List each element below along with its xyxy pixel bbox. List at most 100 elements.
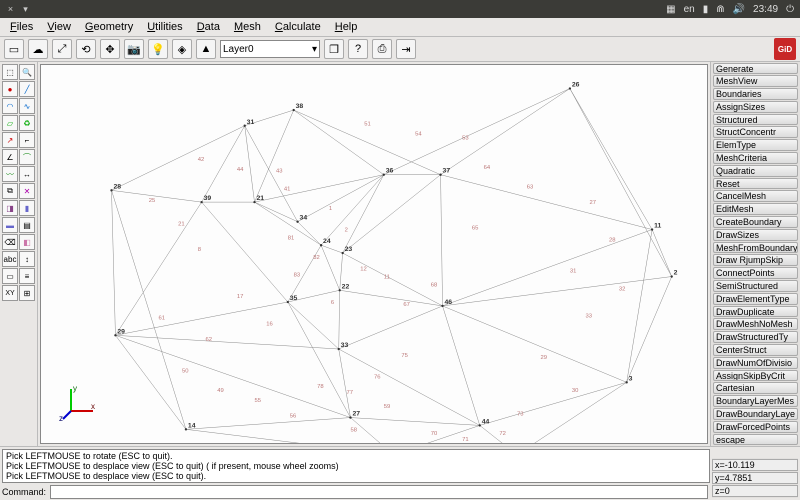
cmd-drawsizes[interactable]: DrawSizes	[713, 229, 798, 241]
tray-icon[interactable]: ▦	[666, 4, 675, 15]
cmd-reset[interactable]: Reset	[713, 178, 798, 190]
paint-icon[interactable]: ▲	[196, 39, 216, 59]
tool-select[interactable]: ⬚	[2, 64, 18, 80]
tool-dim[interactable]: ↕	[19, 251, 35, 267]
cmd-drawboundarylaye[interactable]: DrawBoundaryLaye	[713, 408, 798, 420]
cmd-createboundary[interactable]: CreateBoundary	[713, 216, 798, 228]
tool-polyline[interactable]: ⌐	[19, 132, 35, 148]
tool-list[interactable]: ≡	[19, 268, 35, 284]
tool-grid[interactable]: ⊞	[19, 285, 35, 301]
menu-calculate[interactable]: Calculate	[269, 20, 327, 34]
tool-intersect[interactable]: ✕	[19, 183, 35, 199]
erase-icon[interactable]: ◈	[172, 39, 192, 59]
switch-icon[interactable]: ⇥	[396, 39, 416, 59]
volume-icon[interactable]: 🔊	[733, 4, 745, 15]
cmd-meshcriteria[interactable]: MeshCriteria	[713, 152, 798, 164]
cmd-drawstructuredty[interactable]: DrawStructuredTy	[713, 331, 798, 343]
cmd-elemtype[interactable]: ElemType	[713, 139, 798, 151]
camera-icon[interactable]: 📷	[124, 39, 144, 59]
tool-xy[interactable]: XY	[2, 285, 18, 301]
rotate-icon[interactable]: ⟲	[76, 39, 96, 59]
print-icon[interactable]: ⎙	[372, 39, 392, 59]
network-icon[interactable]: ▮	[703, 4, 709, 15]
tool-line[interactable]: ╱	[19, 81, 35, 97]
zoom-icon[interactable]: ⤢	[52, 39, 72, 59]
tool-move[interactable]: ↔	[19, 166, 35, 182]
cmd-boundarylayermes[interactable]: BoundaryLayerMes	[713, 395, 798, 407]
tool-arrow[interactable]: ↗	[2, 132, 18, 148]
menu-files[interactable]: Files	[4, 20, 39, 34]
menu-help[interactable]: Help	[329, 20, 364, 34]
tool-3d[interactable]: ◨	[2, 200, 18, 216]
close-icon[interactable]: ×	[6, 5, 15, 14]
tool-measure[interactable]: ▭	[2, 268, 18, 284]
cmd-centerstruct[interactable]: CenterStruct	[713, 344, 798, 356]
cmd-assignsizes[interactable]: AssignSizes	[713, 101, 798, 113]
tool-extrude[interactable]: ▤	[19, 217, 35, 233]
lang-indicator[interactable]: en	[684, 4, 695, 15]
menu-data[interactable]: Data	[191, 20, 226, 34]
cmd-cancelmesh[interactable]: CancelMesh	[713, 190, 798, 202]
tool-spline[interactable]: 〰	[2, 166, 18, 182]
menu-view[interactable]: View	[41, 20, 77, 34]
svg-text:76: 76	[374, 374, 381, 380]
cmd-generate[interactable]: Generate	[713, 63, 798, 75]
cmd-drawmeshnomesh[interactable]: DrawMeshNoMesh	[713, 318, 798, 330]
light-icon[interactable]: 💡	[148, 39, 168, 59]
tool-surface[interactable]: ▱	[2, 115, 18, 131]
cmd-drawnumofdivisio[interactable]: DrawNumOfDivisio	[713, 357, 798, 369]
wifi-icon[interactable]: ⋒	[716, 4, 724, 15]
svg-text:32: 32	[619, 286, 626, 292]
tool-erase[interactable]: ◧	[19, 234, 35, 250]
layers-icon[interactable]: ❐	[324, 39, 344, 59]
svg-text:77: 77	[347, 390, 354, 396]
viewport-3d[interactable]: 5154536463654244434125218122728323133293…	[40, 64, 708, 444]
menu-geometry[interactable]: Geometry	[79, 20, 139, 34]
cmd-drawelementtype[interactable]: DrawElementType	[713, 293, 798, 305]
cmd-meshfromboundary[interactable]: MeshFromBoundary	[713, 242, 798, 254]
cloud-icon[interactable]: ☁	[28, 39, 48, 59]
cmd-draw-rjumpskip[interactable]: Draw RjumpSkip	[713, 254, 798, 266]
tool-delete[interactable]: ⌫	[2, 234, 18, 250]
tool-volume[interactable]: ▮	[19, 200, 35, 216]
menu-utilities[interactable]: Utilities	[141, 20, 188, 34]
tool-arc[interactable]: ◠	[2, 98, 18, 114]
pan-icon[interactable]: ✥	[100, 39, 120, 59]
svg-text:64: 64	[484, 165, 491, 171]
tool-angle[interactable]: ∠	[2, 149, 18, 165]
cmd-semistructured[interactable]: SemiStructured	[713, 280, 798, 292]
tool-zoomwin[interactable]: 🔍	[19, 64, 35, 80]
cmd-escape[interactable]: escape	[713, 434, 798, 446]
menu-mesh[interactable]: Mesh	[228, 20, 267, 34]
minimize-icon[interactable]: ▾	[21, 5, 30, 14]
layer-selector[interactable]: Layer0▾	[220, 40, 320, 58]
cmd-boundaries[interactable]: Boundaries	[713, 88, 798, 100]
power-icon[interactable]: ⏻	[786, 4, 794, 15]
cmd-assignskipbycrit[interactable]: AssignSkipByCrit	[713, 370, 798, 382]
tool-text[interactable]: abc	[2, 251, 18, 267]
tool-nurbs[interactable]: ∿	[19, 98, 35, 114]
tool-mirror[interactable]: ⧉	[2, 183, 18, 199]
cmd-quadratic[interactable]: Quadratic	[713, 165, 798, 177]
cmd-structconcentr[interactable]: StructConcentr	[713, 126, 798, 138]
tool-point[interactable]: ●	[2, 81, 18, 97]
menu-bar: FilesViewGeometryUtilitiesDataMeshCalcul…	[0, 18, 800, 36]
tool-solid[interactable]: ▬	[2, 217, 18, 233]
cmd-cartesian[interactable]: Cartesian	[713, 382, 798, 394]
cmd-meshview[interactable]: MeshView	[713, 75, 798, 87]
svg-text:71: 71	[462, 437, 469, 443]
cmd-drawduplicate[interactable]: DrawDuplicate	[713, 306, 798, 318]
svg-text:58: 58	[350, 427, 357, 433]
command-input[interactable]	[50, 485, 708, 499]
svg-text:21: 21	[256, 195, 264, 202]
cmd-connectpoints[interactable]: ConnectPoints	[713, 267, 798, 279]
help-icon[interactable]: ?	[348, 39, 368, 59]
svg-text:49: 49	[217, 388, 224, 394]
tool-curve[interactable]: ⌒	[19, 149, 35, 165]
cmd-editmesh[interactable]: EditMesh	[713, 203, 798, 215]
new-icon[interactable]: ▭	[4, 39, 24, 59]
clock[interactable]: 23:49	[753, 4, 778, 15]
tool-recycle[interactable]: ♻	[19, 115, 35, 131]
cmd-structured[interactable]: Structured	[713, 114, 798, 126]
cmd-drawforcedpoints[interactable]: DrawForcedPoints	[713, 421, 798, 433]
